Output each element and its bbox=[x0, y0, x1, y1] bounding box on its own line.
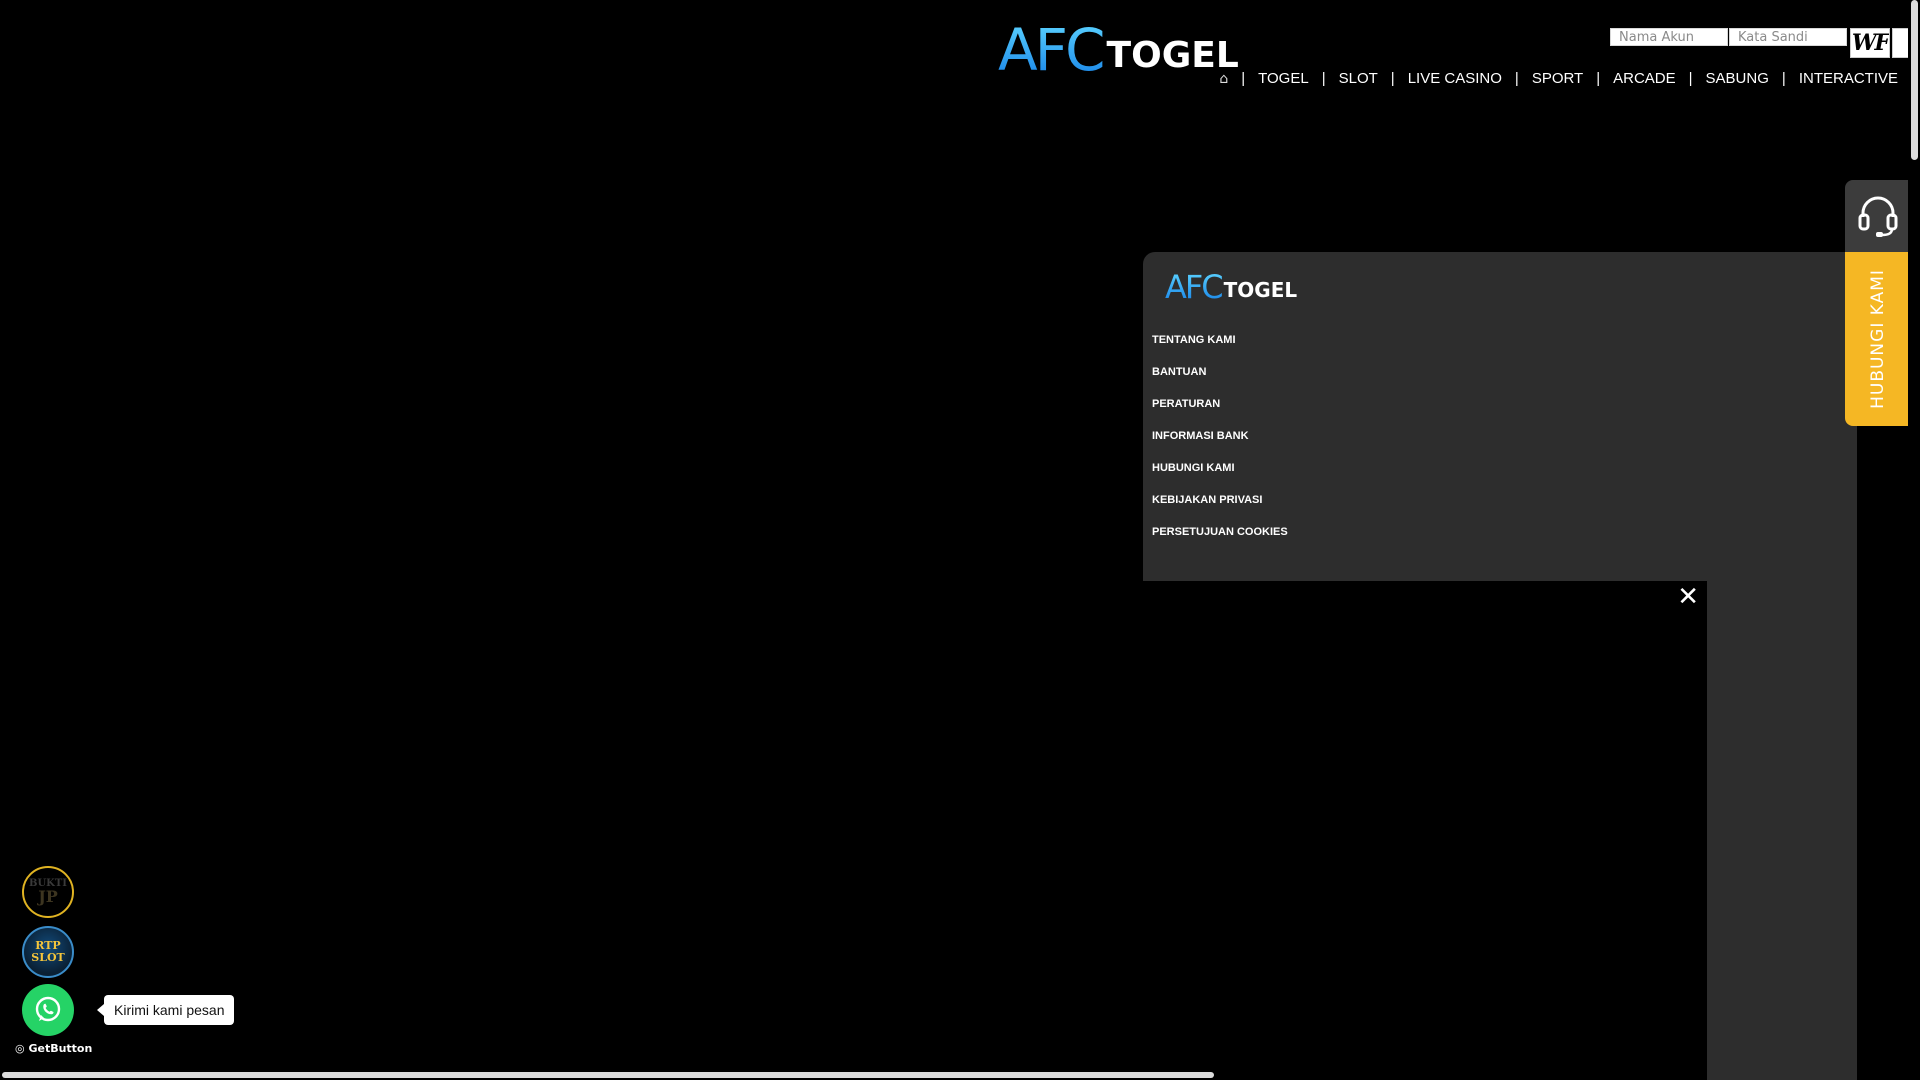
logo-afc-text: AFC bbox=[998, 16, 1106, 84]
getbutton-icon: ◎ bbox=[15, 1042, 25, 1055]
nav-separator: | bbox=[1390, 70, 1395, 87]
rtp-slot-badge: RTP SLOT bbox=[31, 940, 64, 964]
contact-tab-label: HUBUNGI KAMI bbox=[1867, 269, 1888, 409]
footer-link-bantuan[interactable]: BANTUAN bbox=[1152, 364, 1288, 396]
contact-side-tab[interactable]: HUBUNGI KAMI bbox=[1845, 180, 1910, 426]
nav-separator: | bbox=[1781, 70, 1786, 87]
rtp-slot-button[interactable]: RTP SLOT bbox=[22, 926, 74, 978]
vertical-scrollbar-thumb[interactable] bbox=[1911, 0, 1918, 160]
footer-logo-afc-text: AFC bbox=[1165, 268, 1224, 306]
close-icon[interactable]: ✕ bbox=[1677, 581, 1699, 611]
video-popup[interactable]: ✕ bbox=[1143, 581, 1707, 1080]
footer-link-kebijakan-privasi[interactable]: KEBIJAKAN PRIVASI bbox=[1152, 492, 1288, 524]
nav-item-arcade[interactable]: ARCADE bbox=[1613, 70, 1676, 87]
headset-icon bbox=[1858, 196, 1897, 237]
footer-link-tentang-kami[interactable]: TENTANG KAMI bbox=[1152, 332, 1288, 364]
contact-tab-icon-area bbox=[1845, 180, 1910, 252]
rtp-slot-line2: SLOT bbox=[31, 951, 65, 964]
horizontal-scrollbar[interactable] bbox=[0, 1068, 1908, 1080]
home-icon[interactable]: ⌂ bbox=[1219, 71, 1228, 87]
nav-separator: | bbox=[1688, 70, 1693, 87]
footer-logo-togel-text: TOGEL bbox=[1223, 278, 1298, 302]
getbutton-brand[interactable]: ◎ GetButton bbox=[15, 1042, 92, 1055]
login-form: WF bbox=[1610, 28, 1920, 58]
nav-separator: | bbox=[1514, 70, 1519, 87]
footer-link-peraturan[interactable]: PERATURAN bbox=[1152, 396, 1288, 428]
getbutton-label: GetButton bbox=[28, 1042, 93, 1055]
nav-item-sport[interactable]: SPORT bbox=[1532, 70, 1583, 87]
site-logo[interactable]: AFC TOGEL bbox=[998, 16, 1239, 84]
nav-item-sabung[interactable]: SABUNG bbox=[1706, 70, 1769, 87]
nav-separator: | bbox=[1321, 70, 1326, 87]
main-nav: ⌂ | TOGEL | SLOT | LIVE CASINO | SPORT |… bbox=[1219, 70, 1898, 87]
footer-link-informasi-bank[interactable]: INFORMASI BANK bbox=[1152, 428, 1288, 460]
contact-tab-label-area: HUBUNGI KAMI bbox=[1845, 252, 1910, 426]
nav-item-togel[interactable]: TOGEL bbox=[1258, 70, 1309, 87]
bukti-jp-button[interactable]: BUKTI JP bbox=[22, 866, 74, 918]
bukti-jp-line2: JP bbox=[38, 887, 58, 906]
horizontal-scrollbar-thumb[interactable] bbox=[2, 1072, 1214, 1078]
whatsapp-button[interactable] bbox=[22, 984, 74, 1036]
vertical-scrollbar[interactable] bbox=[1908, 0, 1920, 1080]
nav-item-slot[interactable]: SLOT bbox=[1339, 70, 1378, 87]
nav-separator: | bbox=[1241, 70, 1246, 87]
footer-link-persetujuan-cookies[interactable]: PERSETUJUAN COOKIES bbox=[1152, 524, 1288, 556]
footer-logo[interactable]: AFC TOGEL bbox=[1165, 268, 1298, 306]
whatsapp-icon bbox=[35, 996, 61, 1022]
nav-item-interactive[interactable]: INTERACTIVE bbox=[1799, 70, 1898, 87]
footer-link-hubungi-kami[interactable]: HUBUNGI KAMI bbox=[1152, 460, 1288, 492]
footer-links: TENTANG KAMI BANTUAN PERATURAN INFORMASI… bbox=[1152, 332, 1288, 556]
password-input[interactable] bbox=[1729, 28, 1847, 46]
nav-separator: | bbox=[1596, 70, 1601, 87]
captcha-image: WF bbox=[1850, 28, 1890, 58]
username-input[interactable] bbox=[1610, 28, 1728, 46]
nav-item-live-casino[interactable]: LIVE CASINO bbox=[1408, 70, 1502, 87]
whatsapp-tooltip[interactable]: Kirimi kami pesan bbox=[96, 995, 235, 1025]
bukti-jp-badge: BUKTI JP bbox=[29, 879, 67, 905]
